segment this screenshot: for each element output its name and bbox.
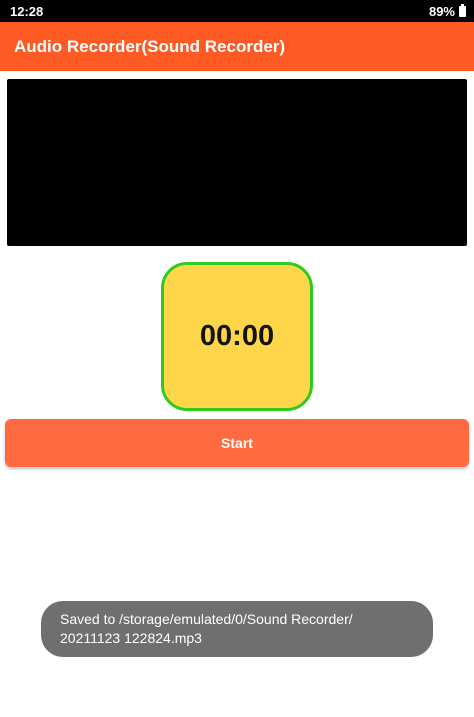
status-right: 89% xyxy=(428,3,466,19)
status-time: 12:28 xyxy=(10,3,44,19)
audio-visualizer xyxy=(7,79,467,246)
battery-icon xyxy=(459,3,466,17)
start-button[interactable]: Start xyxy=(5,419,469,467)
toast-message: Saved to /storage/emulated/0/Sound Recor… xyxy=(41,601,433,657)
toast-line-1: Saved to /storage/emulated/0/Sound Recor… xyxy=(60,611,353,627)
timer-display: 00:00 xyxy=(161,262,313,411)
status-bar: 12:28 89% xyxy=(0,0,474,22)
timer-value: 00:00 xyxy=(199,320,275,352)
app-title: Audio Recorder(Sound Recorder) xyxy=(14,36,286,56)
battery-level: 89% xyxy=(428,3,455,19)
app-bar: Audio Recorder(Sound Recorder) xyxy=(0,22,474,71)
toast-line-2: 20211123 122824.mp3 xyxy=(60,630,202,646)
